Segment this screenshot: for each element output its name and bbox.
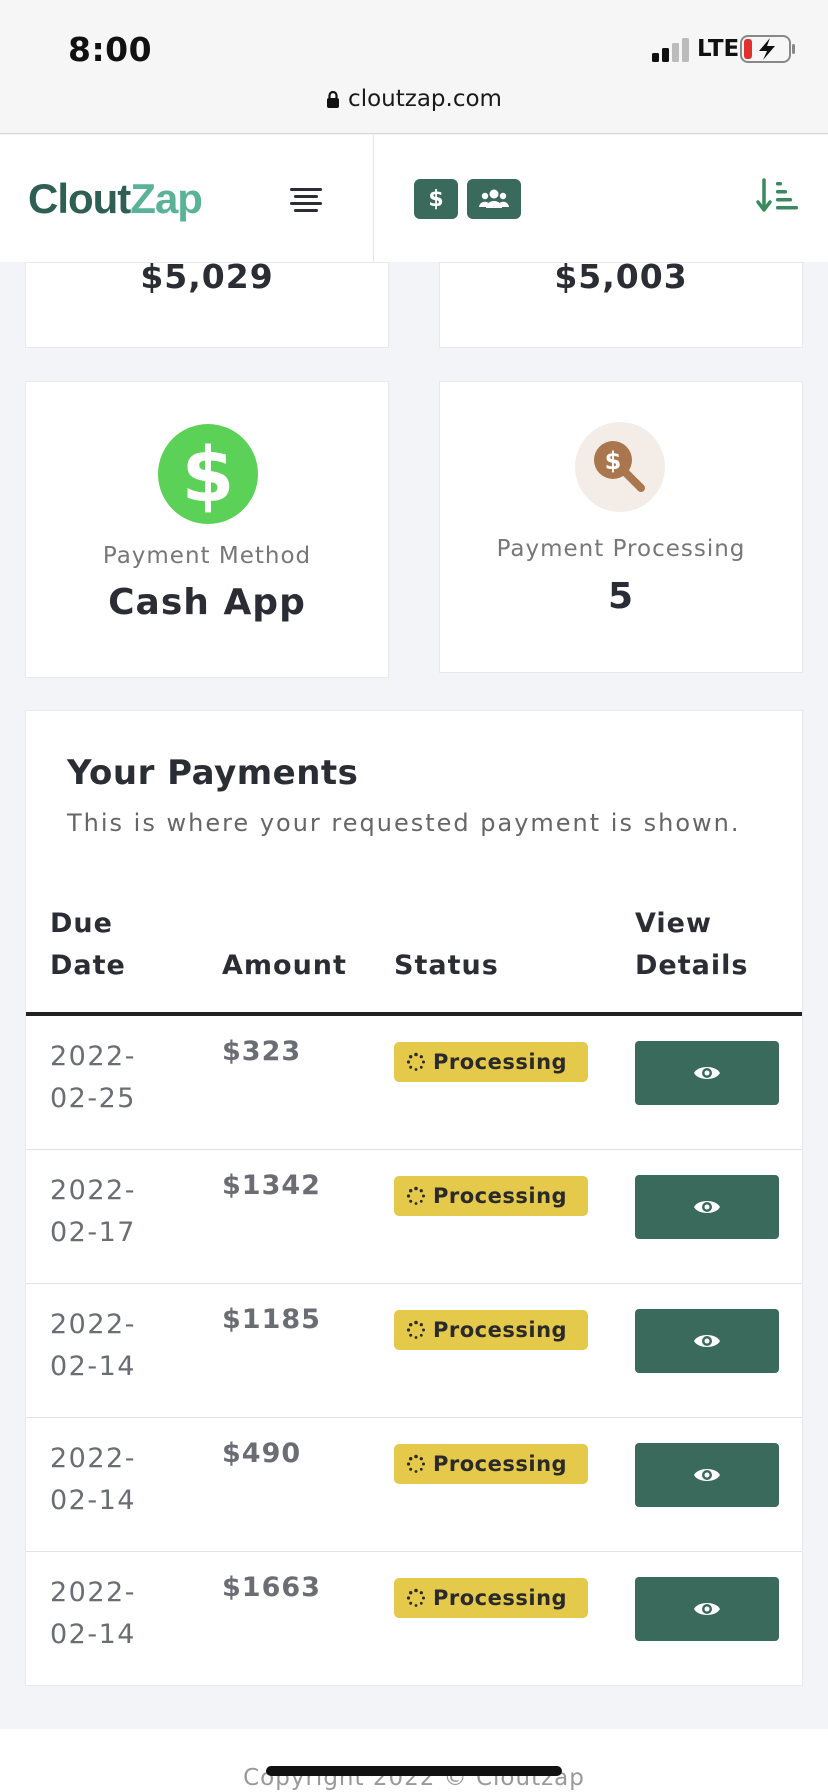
- view-details-button[interactable]: [635, 1175, 779, 1239]
- spinner-icon: [406, 1454, 425, 1473]
- eye-icon: [694, 1201, 720, 1213]
- due-date-cell: 2022- 02-14: [50, 1304, 136, 1388]
- status-badge: Processing: [394, 1310, 588, 1350]
- due-date-line-2: 02-14: [50, 1351, 136, 1382]
- column-view-details-line-1: View: [635, 908, 712, 939]
- payment-processing-count: 5: [607, 576, 635, 617]
- cloutzap-logo[interactable]: CloutZap: [28, 175, 203, 223]
- url-text: cloutzap.com: [348, 86, 502, 112]
- view-details-button[interactable]: [635, 1443, 779, 1507]
- eye-icon: [694, 1603, 720, 1615]
- cash-app-icon: $: [158, 424, 258, 524]
- status-badge: Processing: [394, 1578, 588, 1618]
- status-badge: Processing: [394, 1176, 588, 1216]
- spinner-icon: [406, 1320, 425, 1339]
- app-header: CloutZap $: [0, 135, 828, 262]
- due-date-line-2: 02-25: [50, 1083, 136, 1114]
- column-due-date-line-2: Date: [50, 950, 126, 981]
- column-view-details: View Details: [635, 903, 748, 987]
- spinner-icon: [406, 1186, 425, 1205]
- header-divider: [373, 135, 374, 262]
- svg-text:$: $: [182, 430, 235, 519]
- due-date-line-1: 2022-: [50, 1443, 136, 1474]
- due-date-line-1: 2022-: [50, 1309, 136, 1340]
- amount-cell: $1185: [222, 1304, 321, 1335]
- status-badge: Processing: [394, 1042, 588, 1082]
- due-date-line-2: 02-14: [50, 1485, 136, 1516]
- due-date-line-2: 02-17: [50, 1217, 136, 1248]
- due-date-line-1: 2022-: [50, 1041, 136, 1072]
- stat-card-right: $5,003: [439, 257, 803, 348]
- stat-amount-left: $5,029: [140, 257, 274, 296]
- amount-cell: $323: [222, 1036, 302, 1067]
- column-due-date-line-1: Due: [50, 908, 113, 939]
- status-text: Processing: [433, 1452, 568, 1476]
- sort-amount-icon[interactable]: [756, 176, 800, 216]
- logo-part-1: Clout: [28, 175, 131, 222]
- spinner-icon: [406, 1052, 425, 1071]
- column-amount: Amount: [222, 950, 347, 981]
- logo-part-2: Zap: [130, 175, 203, 222]
- spinner-icon: [406, 1588, 425, 1607]
- lock-icon: [327, 90, 340, 108]
- address-bar[interactable]: cloutzap.com: [0, 86, 828, 112]
- payments-button[interactable]: $: [414, 179, 458, 219]
- payments-subtitle: This is where your requested payment is …: [67, 809, 741, 837]
- table-row: 2022- 02-17 $1342 Processing: [26, 1150, 802, 1284]
- payment-processing-card: $ Payment Processing 5: [439, 381, 803, 673]
- view-details-button[interactable]: [635, 1041, 779, 1105]
- page-footer: Copyright 2022 © Cloutzap: [0, 1729, 828, 1792]
- eye-icon: [694, 1469, 720, 1481]
- status-text: Processing: [433, 1050, 568, 1074]
- column-view-details-line-2: Details: [635, 950, 749, 981]
- due-date-cell: 2022- 02-14: [50, 1438, 136, 1522]
- eye-icon: [694, 1335, 720, 1347]
- amount-cell: $1663: [222, 1572, 321, 1603]
- view-details-button[interactable]: [635, 1577, 779, 1641]
- status-time: 8:00: [68, 30, 153, 69]
- due-date-line-1: 2022-: [50, 1175, 136, 1206]
- table-row: 2022- 02-14 $1663 Processing: [26, 1552, 802, 1686]
- users-button[interactable]: [467, 179, 521, 219]
- due-date-cell: 2022- 02-14: [50, 1572, 136, 1656]
- table-row: 2022- 02-14 $490 Processing: [26, 1418, 802, 1552]
- due-date-line-2: 02-14: [50, 1619, 136, 1650]
- payment-method-card: $ Payment Method Cash App: [25, 381, 389, 678]
- signal-icon: [652, 38, 690, 62]
- status-text: Processing: [433, 1318, 568, 1342]
- column-status: Status: [394, 950, 499, 981]
- dollar-icon: $: [428, 186, 444, 212]
- amount-cell: $490: [222, 1438, 302, 1469]
- payments-panel: Your Payments This is where your request…: [25, 710, 803, 1686]
- status-text: Processing: [433, 1184, 568, 1208]
- eye-icon: [694, 1067, 720, 1079]
- due-date-cell: 2022- 02-25: [50, 1036, 136, 1120]
- stat-amount-right: $5,003: [554, 257, 688, 296]
- table-row: 2022- 02-25 $323 Processing: [26, 1016, 802, 1150]
- stat-card-left: $5,029: [25, 257, 389, 348]
- payments-title: Your Payments: [67, 753, 359, 793]
- search-dollar-icon: $: [575, 422, 665, 512]
- home-indicator[interactable]: [266, 1766, 562, 1776]
- amount-cell: $1342: [222, 1170, 321, 1201]
- table-row: 2022- 02-14 $1185 Processing: [26, 1284, 802, 1418]
- due-date-line-1: 2022-: [50, 1577, 136, 1608]
- due-date-cell: 2022- 02-17: [50, 1170, 136, 1254]
- status-bar: 8:00 LTE cloutzap.com: [0, 0, 828, 134]
- menu-icon[interactable]: [288, 185, 324, 213]
- battery-icon: [740, 35, 795, 63]
- payment-method-label: Payment Method: [102, 543, 312, 569]
- status-badge: Processing: [394, 1444, 588, 1484]
- view-details-button[interactable]: [635, 1309, 779, 1373]
- users-icon: [479, 189, 509, 208]
- payment-method-value: Cash App: [108, 582, 306, 623]
- status-text: Processing: [433, 1586, 568, 1610]
- payment-processing-label: Payment Processing: [496, 536, 746, 562]
- column-due-date: Due Date: [50, 903, 126, 987]
- svg-text:$: $: [605, 447, 622, 475]
- network-label: LTE: [697, 36, 740, 62]
